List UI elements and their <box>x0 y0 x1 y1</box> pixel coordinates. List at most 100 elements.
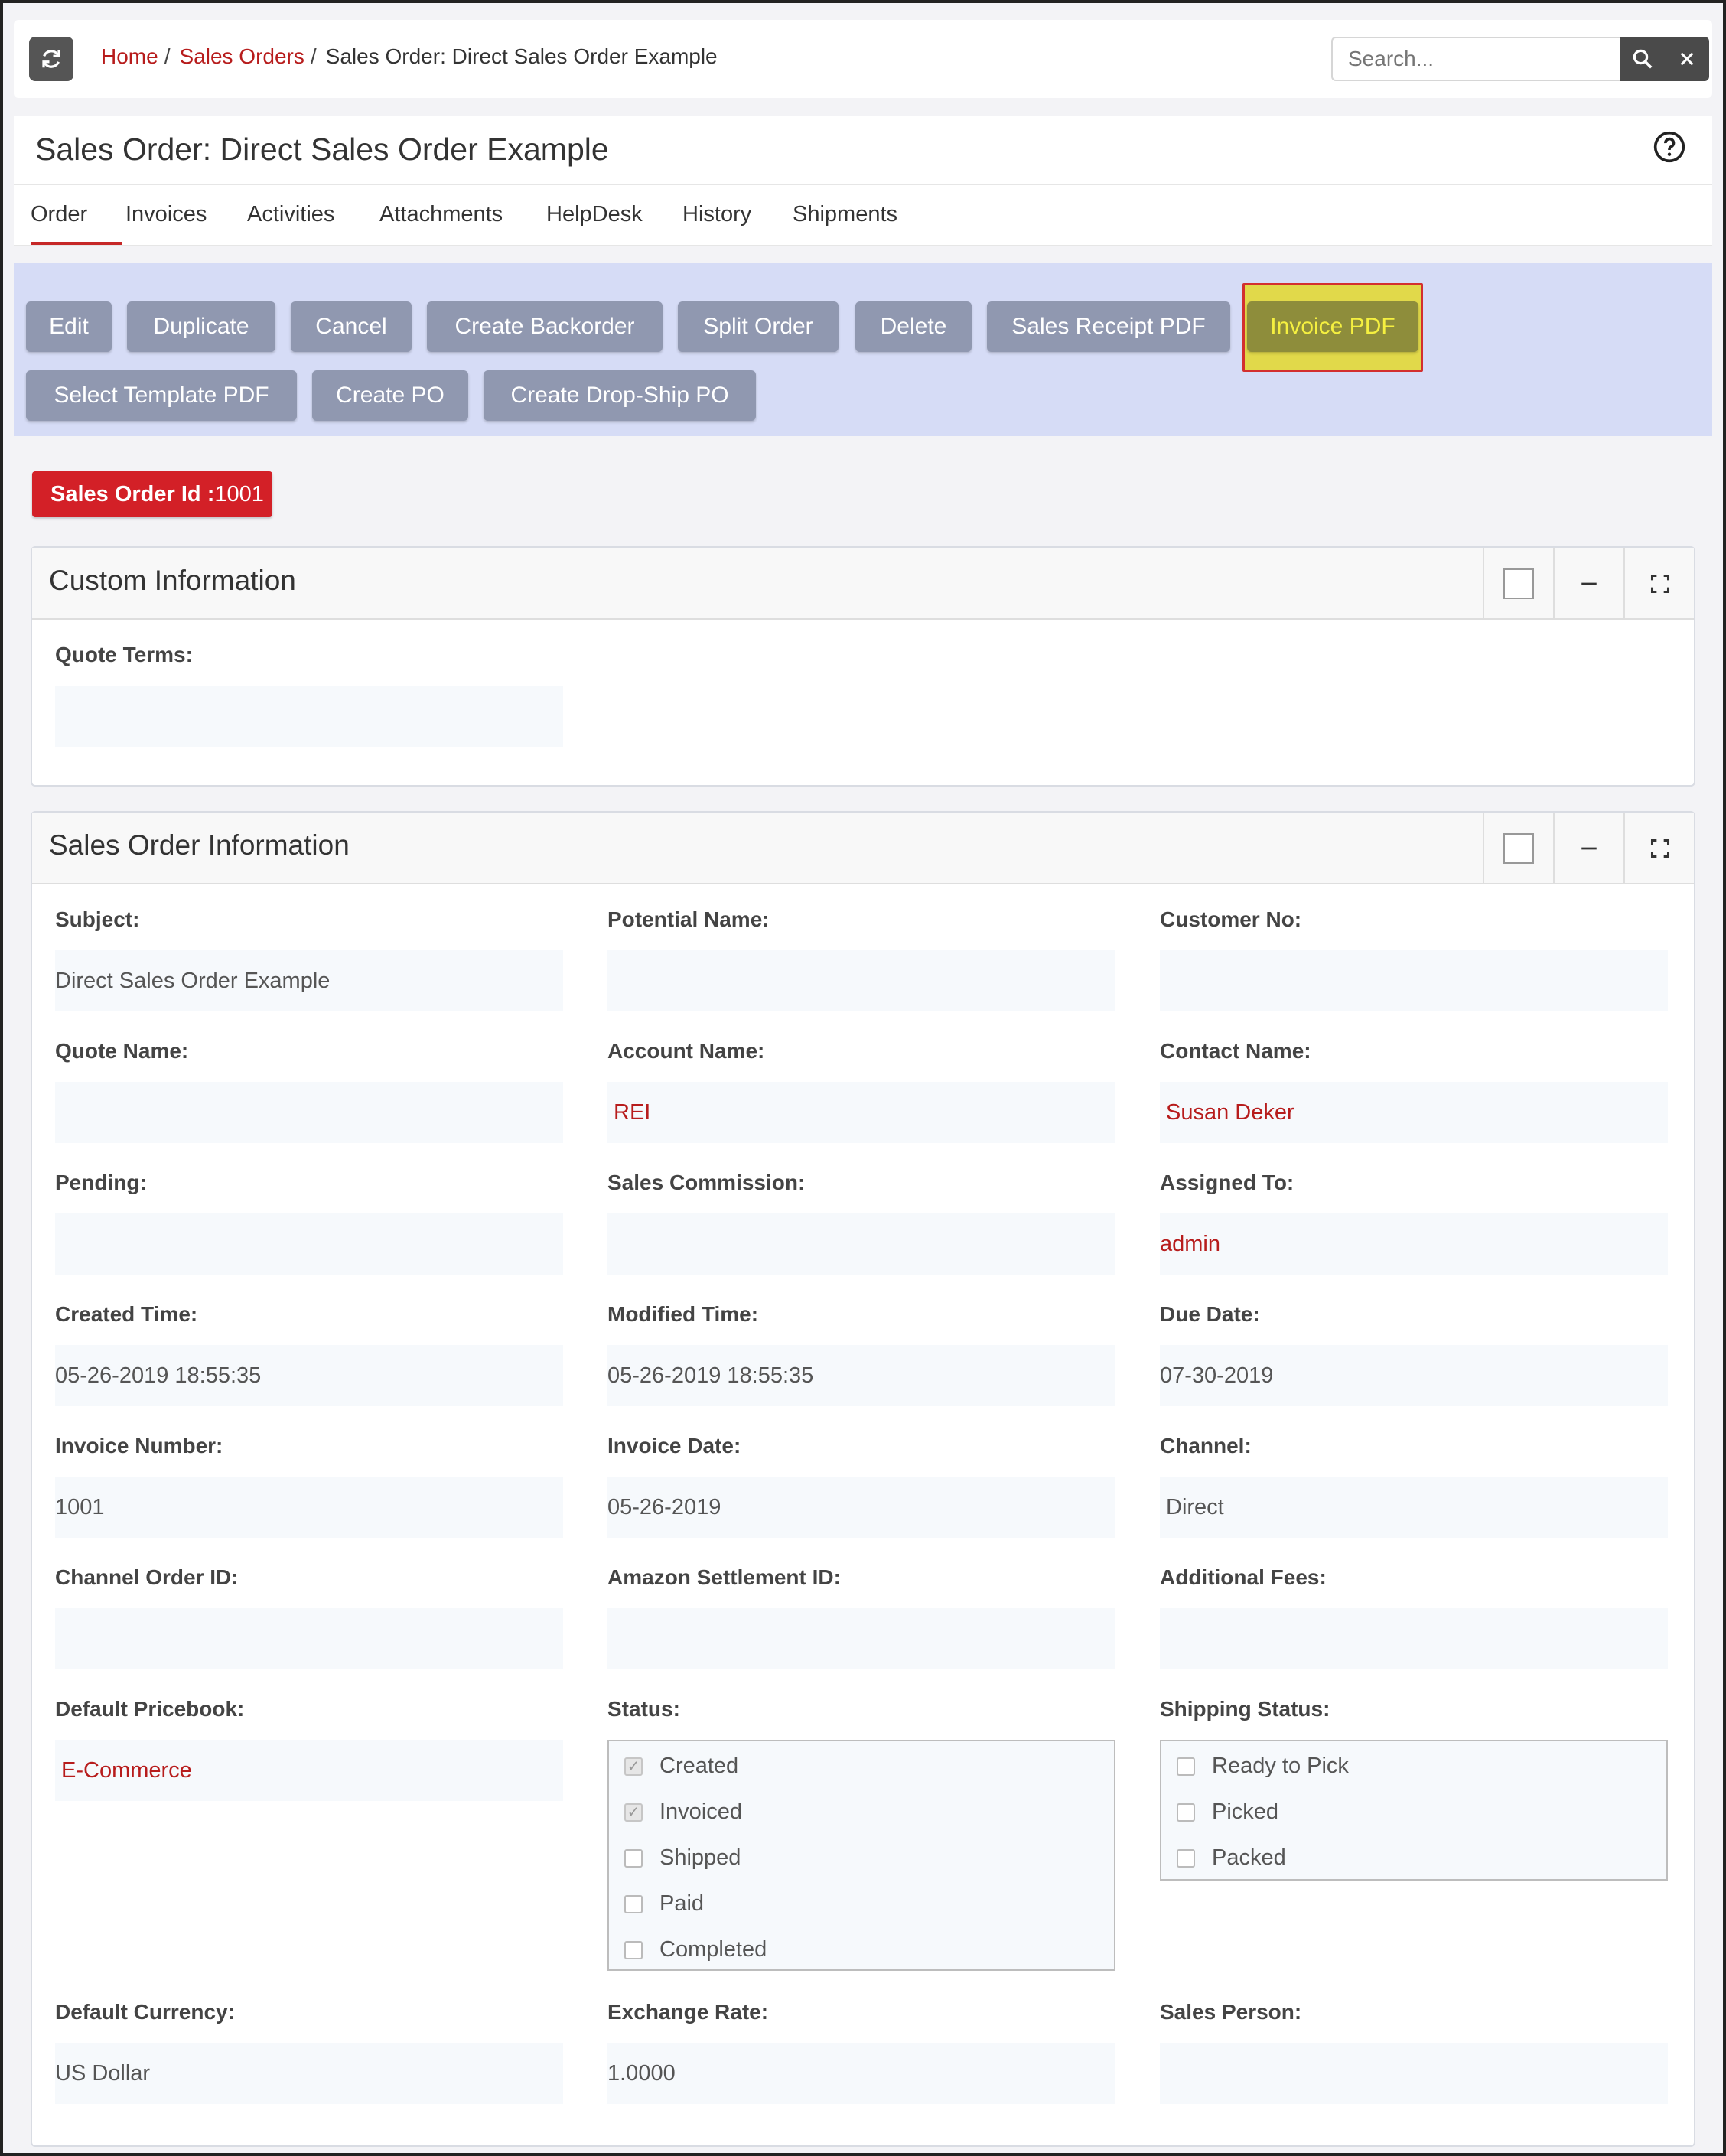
status-option-shipped[interactable]: Shipped <box>624 1845 741 1871</box>
quote-name-value <box>55 1082 563 1143</box>
expand-icon <box>1650 839 1670 858</box>
split-order-button[interactable]: Split Order <box>678 301 839 352</box>
panel-header: Custom Information <box>32 548 1694 620</box>
invoice-date-label: Invoice Date: <box>607 1434 741 1457</box>
amazon-settlement-id-value <box>607 1608 1115 1669</box>
default-currency-label: Default Currency: <box>55 2000 235 2024</box>
create-backorder-button[interactable]: Create Backorder <box>427 301 663 352</box>
select-template-pdf-button[interactable]: Select Template PDF <box>26 370 297 421</box>
additional-fees-label: Additional Fees: <box>1160 1565 1327 1589</box>
default-pricebook-link[interactable]: E-Commerce <box>55 1740 563 1801</box>
search-input[interactable] <box>1331 37 1622 81</box>
tab-attachments[interactable]: Attachments <box>379 202 503 245</box>
exchange-rate-value: 1.0000 <box>607 2043 1115 2104</box>
tab-history[interactable]: History <box>682 202 751 245</box>
checkbox-icon[interactable] <box>1177 1757 1195 1776</box>
contact-name-label: Contact Name: <box>1160 1039 1311 1063</box>
sales-person-value <box>1160 2043 1668 2104</box>
channel-order-id-label: Channel Order ID: <box>55 1565 239 1589</box>
search-button[interactable] <box>1620 37 1665 81</box>
invoice-date-value: 05-26-2019 <box>607 1477 1115 1538</box>
refresh-button[interactable] <box>29 37 73 81</box>
channel-order-id-value <box>55 1608 563 1669</box>
panel-expand-button[interactable] <box>1623 548 1695 620</box>
breadcrumb-current: Sales Order: Direct Sales Order Example <box>325 44 718 68</box>
status-option-completed[interactable]: Completed <box>624 1937 767 1962</box>
sales-order-id-badge: Sales Order Id : 1001 <box>32 471 272 517</box>
expand-icon <box>1650 574 1670 594</box>
refresh-icon <box>42 50 60 68</box>
breadcrumb-sales-orders[interactable]: Sales Orders <box>179 44 304 69</box>
sales-commission-label: Sales Commission: <box>607 1171 806 1194</box>
status-option-paid[interactable]: Paid <box>624 1891 704 1917</box>
breadcrumb-home[interactable]: Home <box>101 44 158 69</box>
panel-title: Custom Information <box>49 565 296 596</box>
tab-invoices[interactable]: Invoices <box>125 202 207 245</box>
checkbox-checked-icon[interactable]: ✓ <box>624 1803 643 1822</box>
modified-time-value: 05-26-2019 18:55:35 <box>607 1345 1115 1406</box>
page-title: Sales Order: Direct Sales Order Example <box>35 132 609 167</box>
checkbox-icon[interactable] <box>1177 1803 1195 1822</box>
invoice-number-value: 1001 <box>55 1477 563 1538</box>
checkbox-icon[interactable] <box>1177 1848 1195 1868</box>
top-bar: Home / Sales Orders / Sales Order: Direc… <box>14 20 1712 98</box>
assigned-to-link[interactable]: admin <box>1160 1213 1668 1275</box>
tab-helpdesk[interactable]: HelpDesk <box>546 202 643 245</box>
tab-activities[interactable]: Activities <box>247 202 334 245</box>
pending-label: Pending: <box>55 1171 147 1194</box>
panel-expand-button[interactable] <box>1623 813 1695 884</box>
duplicate-button[interactable]: Duplicate <box>127 301 275 352</box>
shipping-option-ready-to-pick[interactable]: Ready to Pick <box>1177 1754 1349 1779</box>
panel-collapse-button[interactable] <box>1553 548 1623 620</box>
checkbox-icon[interactable] <box>624 1894 643 1913</box>
sales-order-id-value: 1001 <box>214 481 264 506</box>
minus-icon <box>1581 847 1597 850</box>
checkbox-icon[interactable] <box>624 1940 643 1959</box>
assigned-to-label: Assigned To: <box>1160 1171 1294 1194</box>
help-icon[interactable] <box>1653 130 1686 164</box>
due-date-label: Due Date: <box>1160 1302 1260 1326</box>
edit-button[interactable]: Edit <box>26 301 112 352</box>
panel-select-button[interactable] <box>1483 813 1553 884</box>
shipping-option-packed[interactable]: Packed <box>1177 1845 1286 1871</box>
subject-label: Subject: <box>55 907 140 931</box>
create-dropship-po-button[interactable]: Create Drop-Ship PO <box>484 370 756 421</box>
status-checkbox-group: ✓ Created ✓ Invoiced Shipped Paid Complete… <box>607 1740 1115 1971</box>
tab-shipments[interactable]: Shipments <box>793 202 897 245</box>
status-option-created[interactable]: ✓ Created <box>624 1754 738 1779</box>
sales-receipt-pdf-button[interactable]: Sales Receipt PDF <box>987 301 1230 352</box>
delete-button[interactable]: Delete <box>855 301 972 352</box>
checkbox-icon[interactable] <box>624 1848 643 1868</box>
account-name-link[interactable]: REI <box>607 1082 1115 1143</box>
potential-name-label: Potential Name: <box>607 907 770 931</box>
customer-no-value <box>1160 950 1668 1011</box>
status-label: Status: <box>607 1697 680 1721</box>
checkbox-icon <box>1503 568 1534 599</box>
default-currency-value: US Dollar <box>55 2043 563 2104</box>
default-pricebook-label: Default Pricebook: <box>55 1697 245 1721</box>
search-icon <box>1633 49 1653 69</box>
minus-icon <box>1581 582 1597 585</box>
created-time-value: 05-26-2019 18:55:35 <box>55 1345 563 1406</box>
breadcrumb-separator: / <box>310 44 317 68</box>
shipping-option-picked[interactable]: Picked <box>1177 1799 1278 1825</box>
clear-search-button[interactable] <box>1665 37 1709 81</box>
sales-order-id-label: Sales Order Id : <box>50 481 215 506</box>
create-po-button[interactable]: Create PO <box>312 370 468 421</box>
panel-select-button[interactable] <box>1483 548 1553 620</box>
tab-order[interactable]: Order <box>31 202 122 245</box>
panel-collapse-button[interactable] <box>1553 813 1623 884</box>
cancel-button[interactable]: Cancel <box>291 301 412 352</box>
quote-name-label: Quote Name: <box>55 1039 189 1063</box>
status-option-invoiced[interactable]: ✓ Invoiced <box>624 1799 742 1825</box>
potential-name-value <box>607 950 1115 1011</box>
subject-value: Direct Sales Order Example <box>55 950 563 1011</box>
invoice-pdf-button[interactable]: Invoice PDF <box>1247 301 1418 352</box>
contact-name-link[interactable]: Susan Deker <box>1160 1082 1668 1143</box>
pending-value <box>55 1213 563 1275</box>
sales-order-information-panel: Sales Order Information Subject: Direct … <box>31 811 1695 2147</box>
checkbox-checked-icon[interactable]: ✓ <box>624 1757 643 1776</box>
title-bar: Sales Order: Direct Sales Order Example <box>14 116 1712 185</box>
channel-label: Channel: <box>1160 1434 1252 1457</box>
quote-terms-label: Quote Terms: <box>55 643 193 666</box>
